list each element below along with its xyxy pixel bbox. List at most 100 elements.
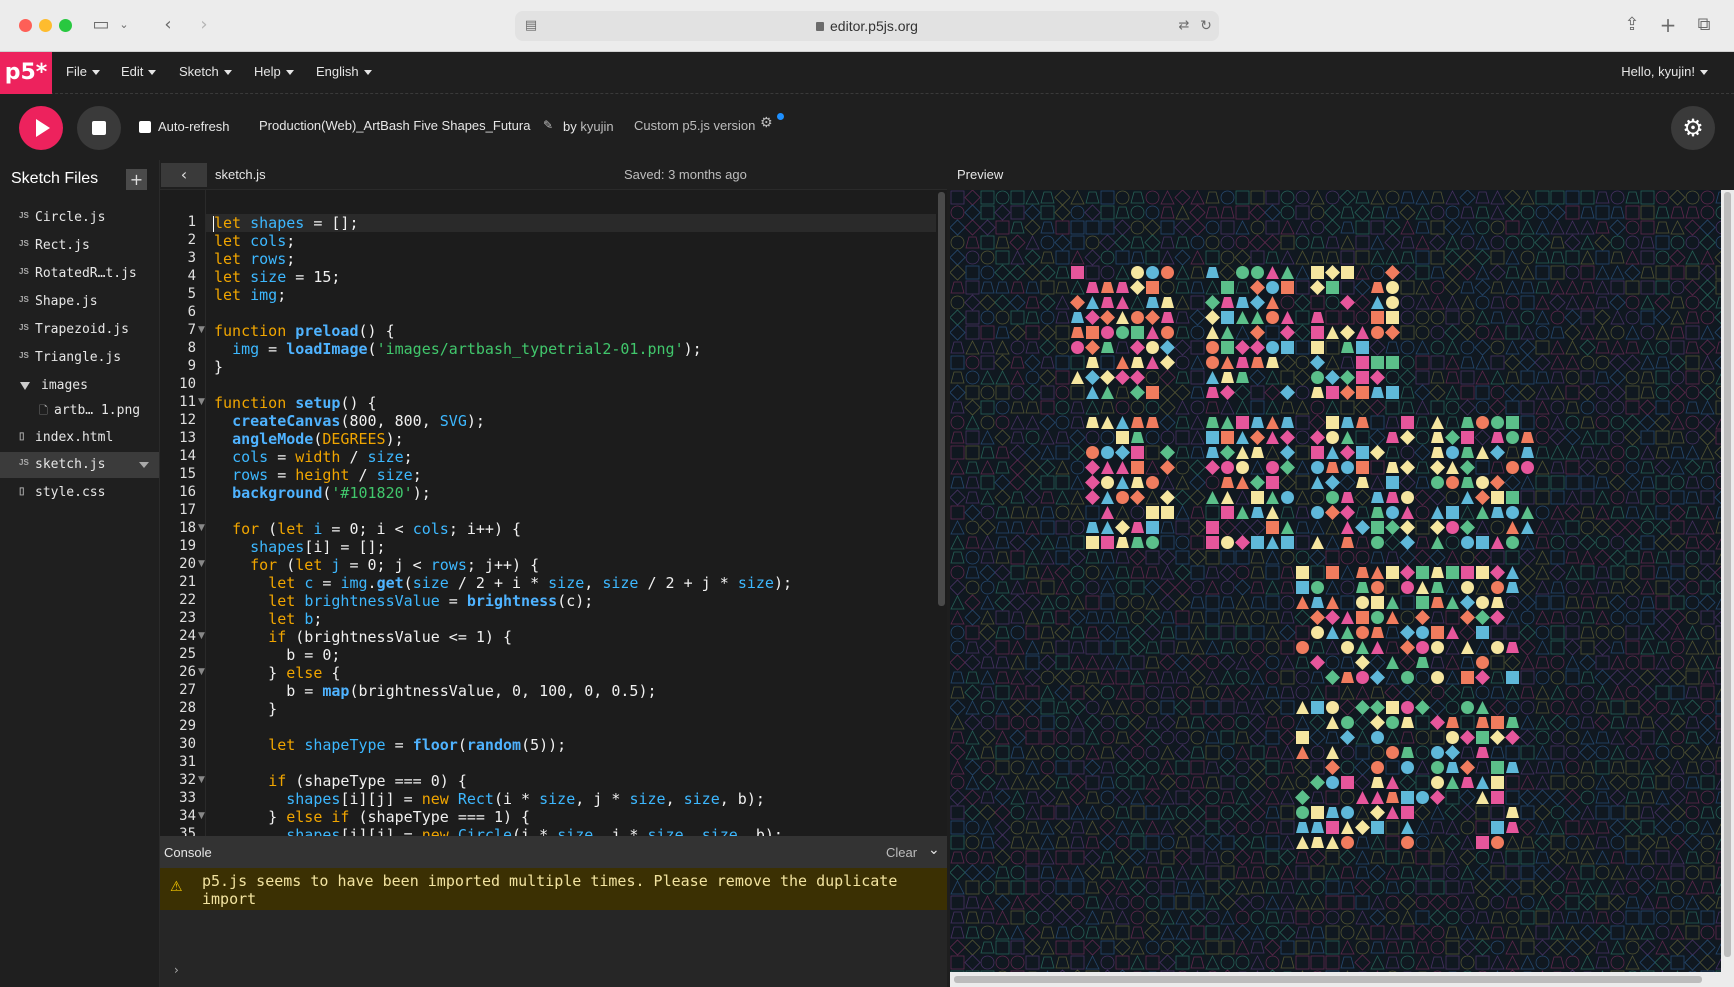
gear-icon[interactable]: ⚙	[760, 115, 773, 131]
close-window-button[interactable]	[19, 19, 32, 32]
maximize-window-button[interactable]	[59, 19, 72, 32]
preview-scrollbar-vertical[interactable]	[1721, 190, 1734, 972]
code-line[interactable]: for (let i = 0; i < cols; i++) {	[214, 520, 521, 538]
folder-expand-icon[interactable]	[20, 382, 30, 390]
editor-tab[interactable]: sketch.js	[215, 167, 266, 182]
settings-button[interactable]: ⚙	[1671, 106, 1715, 150]
address-bar[interactable]: ▤ editor.p5js.org ⇄ ↻	[515, 11, 1219, 41]
scrollbar-thumb[interactable]	[1724, 192, 1731, 957]
code-line[interactable]: let b;	[214, 610, 322, 628]
code-line[interactable]: for (let j = 0; j < rows; j++) {	[214, 556, 539, 574]
file-circle-js[interactable]: JS Circle.js	[0, 205, 159, 231]
code-line[interactable]: cols = width / size;	[214, 448, 413, 466]
translate-icon[interactable]: ⇄	[1173, 13, 1195, 39]
file-trapezoid-js[interactable]: JS Trapezoid.js	[0, 317, 159, 343]
code-line[interactable]: function preload() {	[214, 322, 395, 340]
share-icon[interactable]: ⇪	[1620, 12, 1644, 38]
reload-icon[interactable]: ↻	[1195, 13, 1217, 39]
code-line[interactable]: if (brightnessValue <= 1) {	[214, 628, 512, 646]
code-line[interactable]: createCanvas(800, 800, SVG);	[214, 412, 485, 430]
fold-icon[interactable]: ▼	[198, 523, 205, 533]
sidebar-toggle-icon[interactable]: ▭	[88, 12, 114, 38]
code-line[interactable]: function setup() {	[214, 394, 377, 412]
menu-help[interactable]: Help	[254, 64, 294, 79]
menu-file[interactable]: File	[66, 64, 100, 79]
code-line[interactable]: let shapes = [];	[214, 214, 359, 232]
sketch-shape	[950, 551, 965, 564]
fold-icon[interactable]: ▼	[198, 559, 205, 569]
custom-version-link[interactable]: Custom p5.js version	[634, 118, 755, 133]
file-index-html[interactable]: ▯ index.html	[0, 425, 159, 451]
fold-icon[interactable]: ▼	[198, 397, 205, 407]
code-line[interactable]: angleMode(DEGREES);	[214, 430, 404, 448]
file-rotatedrect-js[interactable]: JS RotatedR…t.js	[0, 261, 159, 287]
chevron-down-icon[interactable]: ⌄	[116, 12, 132, 38]
code-line[interactable]: let c = img.get(size / 2 + i * size, siz…	[214, 574, 792, 592]
scrollbar-thumb[interactable]	[954, 976, 1702, 983]
file-image-png[interactable]: 🗋 artb… 1.png	[0, 398, 159, 424]
console-prompt-icon[interactable]: ›	[174, 963, 179, 977]
author-link[interactable]: kyujin	[580, 119, 613, 134]
code-line[interactable]: if (shapeType === 0) {	[214, 772, 467, 790]
new-tab-icon[interactable]: +	[1656, 12, 1680, 38]
code-line[interactable]: }	[214, 358, 223, 376]
code-line[interactable]: let brightnessValue = brightness(c);	[214, 592, 593, 610]
file-rect-js[interactable]: JS Rect.js	[0, 233, 159, 259]
code-line[interactable]: rows = height / size;	[214, 466, 422, 484]
file-options-icon[interactable]	[139, 462, 149, 468]
fold-icon[interactable]: ▼	[198, 811, 205, 821]
sketch-shape	[1085, 565, 1100, 580]
auto-refresh-checkbox[interactable]	[139, 121, 151, 133]
code-line[interactable]: } else {	[214, 664, 340, 682]
code-line[interactable]: let img;	[214, 286, 286, 304]
sketch-shape	[1535, 505, 1550, 520]
fold-icon[interactable]: ▼	[198, 325, 205, 335]
code-line[interactable]: shapes[i][j] = new Circle(i * size, j * …	[214, 826, 783, 836]
folder-images[interactable]: images	[0, 373, 159, 399]
editor-scrollbar[interactable]	[936, 190, 947, 836]
code-line[interactable]: b = map(brightnessValue, 0, 100, 0, 0.5)…	[214, 682, 656, 700]
sketch-name[interactable]: Production(Web)_ArtBash Five Shapes_Futu…	[259, 118, 530, 133]
code-line[interactable]: let shapeType = floor(random(5));	[214, 736, 566, 754]
auto-refresh-label[interactable]: Auto-refresh	[158, 119, 230, 134]
code-line[interactable]: shapes[i] = [];	[214, 538, 385, 556]
fold-icon[interactable]: ▼	[198, 775, 205, 785]
code-line[interactable]: }	[214, 700, 277, 718]
chevron-down-icon[interactable]: ⌄	[928, 842, 940, 858]
play-button[interactable]	[19, 106, 63, 150]
code-line[interactable]: img = loadImage('images/artbash_typetria…	[214, 340, 702, 358]
minimize-window-button[interactable]	[39, 19, 52, 32]
code-line[interactable]: background('#101820');	[214, 484, 431, 502]
fold-icon[interactable]: ▼	[198, 667, 205, 677]
preview-canvas[interactable]	[950, 190, 1721, 972]
fold-icon[interactable]: ▼	[198, 631, 205, 641]
console-clear-button[interactable]: Clear	[886, 845, 917, 860]
sketch-shape	[1415, 221, 1430, 234]
file-style-css[interactable]: ▯ style.css	[0, 480, 159, 506]
file-triangle-js[interactable]: JS Triangle.js	[0, 345, 159, 371]
code-line[interactable]: b = 0;	[214, 646, 340, 664]
menu-sketch[interactable]: Sketch	[179, 64, 232, 79]
code-line[interactable]: let size = 15;	[214, 268, 340, 286]
tab-overview-icon[interactable]: ⧉	[1692, 12, 1716, 38]
code-editor[interactable]: 1 2 3 4 5 6 7 ▼ 8 9 10 11 ▼ 12 13 14 15 16 17 18 ▼ 19 20 ▼ 21 22 2…	[160, 190, 936, 836]
user-menu[interactable]: Hello, kyujin!	[1621, 64, 1708, 79]
stop-button[interactable]	[77, 106, 121, 150]
scrollbar-thumb[interactable]	[938, 192, 945, 606]
code-line[interactable]: shapes[i][j] = new Rect(i * size, j * si…	[214, 790, 765, 808]
pencil-icon[interactable]: ✎	[543, 118, 553, 132]
forward-icon[interactable]: ›	[192, 12, 216, 38]
add-file-button[interactable]: +	[126, 169, 147, 190]
preview-scrollbar-horizontal[interactable]	[950, 972, 1734, 987]
menu-language[interactable]: English	[316, 64, 372, 79]
p5-logo[interactable]: p5*	[0, 52, 52, 94]
menu-edit[interactable]: Edit	[121, 64, 157, 79]
code-line[interactable]: let cols;	[214, 232, 295, 250]
code-line[interactable]: } else if (shapeType === 1) {	[214, 808, 530, 826]
file-shape-js[interactable]: JS Shape.js	[0, 289, 159, 315]
file-sketch-js[interactable]: JS sketch.js	[0, 452, 159, 478]
collapse-sidebar-button[interactable]: ‹	[161, 163, 207, 187]
code-line[interactable]: let rows;	[214, 250, 295, 268]
back-icon[interactable]: ‹	[156, 12, 180, 38]
sketch-shape	[994, 264, 1011, 281]
